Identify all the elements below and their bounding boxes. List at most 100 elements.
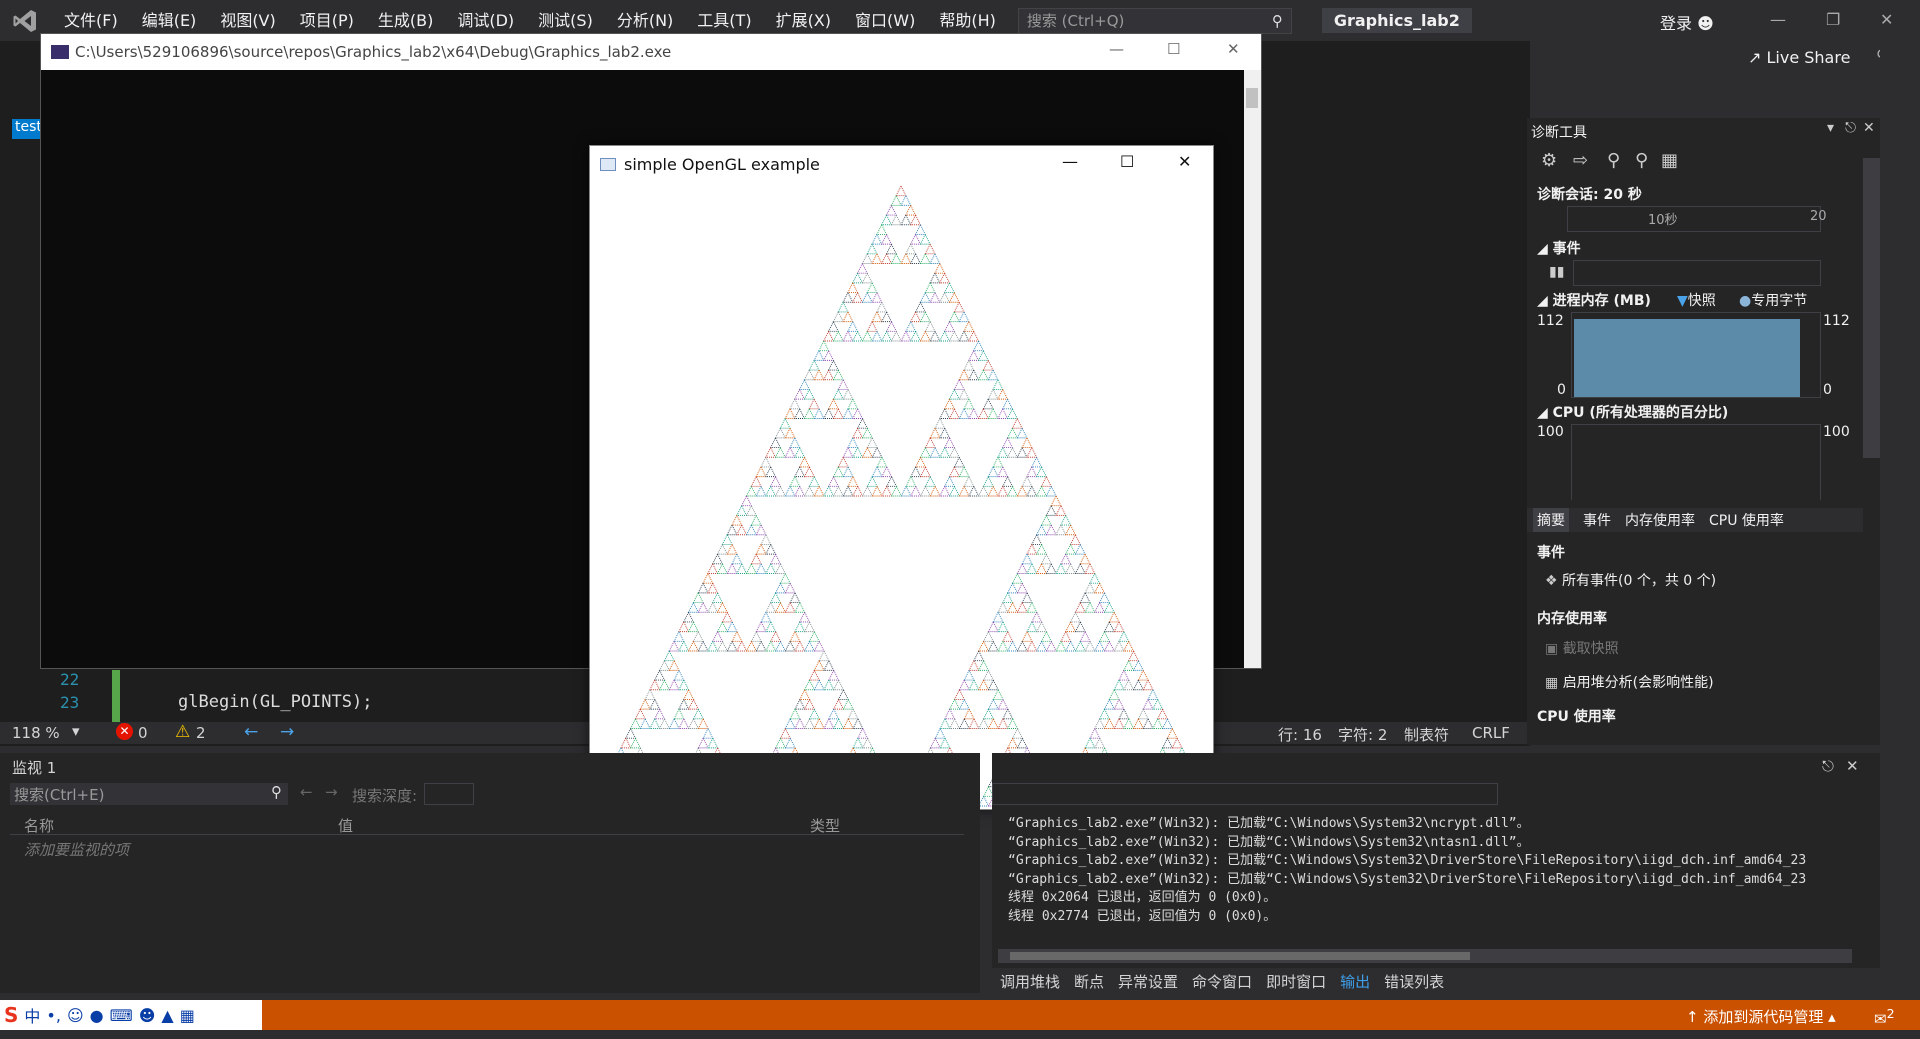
zoom-level[interactable]: 118 % (12, 724, 60, 742)
forward-arrow-icon[interactable]: → (280, 722, 294, 742)
take-snapshot-button[interactable]: ▣ 截取快照 (1545, 638, 1619, 658)
code-line[interactable]: glBegin(GL_POINTS); (178, 692, 372, 712)
warning-icon[interactable]: ⚠ (175, 722, 190, 742)
cpu-graph[interactable] (1571, 424, 1821, 500)
bottom-tab-1[interactable]: 断点 (1074, 971, 1104, 992)
minimize-icon[interactable]: — (1770, 10, 1786, 29)
error-icon[interactable]: ✕ (116, 723, 133, 740)
pause-icon[interactable]: ▮▮ (1549, 264, 1564, 280)
zoom-in-icon[interactable]: ⚲ (1607, 150, 1620, 171)
fractal-point-cluster (1060, 514, 1072, 526)
diag-scrollbar[interactable] (1863, 158, 1880, 458)
vs-ide-window: 文件(F) 编辑(E) 视图(V) 项目(P) 生成(B) 调试(D) 测试(S) 分析(N)… (0, 0, 1920, 1039)
bottom-tab-2[interactable]: 异常设置 (1118, 971, 1178, 992)
reset-zoom-icon[interactable]: ▦ (1661, 150, 1678, 171)
gl-close-icon[interactable]: ✕ (1178, 152, 1191, 171)
watch-search-icon[interactable]: ⚲ (271, 783, 282, 801)
console-scrollbar[interactable] (1244, 70, 1261, 668)
restore-icon[interactable]: ❐ (1826, 10, 1840, 29)
bottom-tab-3[interactable]: 命令窗口 (1192, 971, 1252, 992)
pin-icon[interactable]: ⎋ (1845, 120, 1856, 136)
heap-analysis-button[interactable]: ▦ 启用堆分析(会影响性能) (1545, 672, 1714, 692)
console-scroll-thumb[interactable] (1246, 88, 1258, 108)
keyboard-icon[interactable]: ⌨ (110, 1006, 133, 1025)
ime-language[interactable]: 中 (24, 1003, 40, 1027)
zoom-out-icon[interactable]: ⚲ (1635, 150, 1648, 171)
console-maximize-icon[interactable]: ☐ (1167, 40, 1180, 58)
fractal-point-cluster (678, 640, 690, 652)
opengl-window[interactable]: simple OpenGL example — ☐ ✕ (589, 145, 1214, 810)
gl-maximize-icon[interactable]: ☐ (1120, 152, 1134, 171)
fractal-point-cluster (1123, 679, 1135, 691)
emoji-icon[interactable]: ☺ (67, 1006, 84, 1025)
fractal-point-cluster (774, 640, 787, 652)
fractal-point-cluster (861, 446, 873, 458)
output-source-select[interactable] (992, 783, 1498, 805)
bottom-tab-4[interactable]: 即时窗口 (1266, 971, 1326, 992)
fractal-point-cluster (842, 465, 854, 478)
panel-close-icon[interactable]: ✕ (1863, 120, 1875, 136)
search-icon[interactable]: ⚲ (1272, 12, 1283, 30)
bottom-tab-0[interactable]: 调用堆栈 (1000, 971, 1060, 992)
timeline-ruler[interactable]: 10秒 20 (1567, 206, 1827, 232)
diag-tab-2[interactable]: 内存使用率 (1625, 510, 1695, 530)
panel-dropdown-icon[interactable]: ▾ (1827, 120, 1834, 136)
fractal-point-cluster (963, 669, 975, 681)
fractal-point-cluster (798, 456, 811, 468)
fractal-point-cluster (765, 620, 777, 633)
login-link[interactable]: 登录 ☻ (1660, 10, 1714, 34)
output-close-icon[interactable]: ✕ (1846, 757, 1859, 775)
output-hscrollbar[interactable] (998, 949, 1852, 963)
watch-back-icon[interactable]: ← (300, 783, 313, 801)
memory-graph[interactable] (1571, 312, 1821, 398)
fractal-point-cluster (1026, 562, 1038, 574)
console-close-icon[interactable]: ✕ (1227, 40, 1240, 58)
fractal-point-cluster (1142, 698, 1154, 710)
fractal-point-cluster (958, 388, 970, 400)
source-control-button[interactable]: ↑ 添加到源代码管理 ▴ (1686, 1006, 1836, 1027)
watch-forward-icon[interactable]: → (325, 783, 338, 801)
zoom-dropdown-icon[interactable]: ▾ (72, 722, 80, 740)
console-titlebar[interactable]: C:\Users\529106896\source\repos\Graphics… (41, 34, 1261, 70)
back-arrow-icon[interactable]: ← (244, 722, 258, 742)
fractal-point-cluster (658, 717, 671, 729)
fractal-point-cluster (1055, 640, 1067, 652)
add-watch-placeholder[interactable]: 添加要监视的项 (24, 839, 129, 860)
fractal-point-cluster (765, 465, 777, 478)
console-minimize-icon[interactable]: — (1109, 40, 1124, 58)
export-icon[interactable]: ⇨ (1573, 150, 1588, 171)
indent-mode[interactable]: 制表符 (1404, 724, 1449, 745)
all-events-link[interactable]: ❖ 所有事件(0 个，共 0 个) (1545, 570, 1716, 590)
live-share-button[interactable]: ↗ Live Share (1748, 48, 1850, 67)
settings-icon[interactable]: ⚙ (1541, 150, 1557, 171)
close-icon[interactable]: ✕ (1880, 10, 1893, 29)
fractal-point-cluster (963, 320, 975, 332)
diag-tab-1[interactable]: 事件 (1583, 510, 1611, 530)
fractal-point-cluster (948, 446, 960, 458)
diag-tab-0[interactable]: 摘要 (1533, 508, 1569, 532)
search-depth-select[interactable] (424, 783, 474, 805)
bottom-tab-5[interactable]: 输出 (1340, 971, 1370, 992)
line-ending[interactable]: CRLF (1472, 724, 1510, 742)
cursor-char: 字符: 2 (1338, 726, 1388, 744)
fractal-point-cluster (803, 369, 815, 381)
notifications-icon[interactable]: ✉2 (1874, 1006, 1895, 1028)
output-text[interactable]: “Graphics_lab2.exe”(Win32): 已加载“C:\Windo… (1008, 815, 1848, 965)
skin-icon[interactable]: ▲ (161, 1006, 173, 1025)
gl-minimize-icon[interactable]: — (1062, 152, 1078, 171)
visual-studio-logo-icon[interactable] (12, 8, 38, 34)
user-icon[interactable]: ☻ (139, 1006, 156, 1025)
watch-search-input[interactable]: 搜索(Ctrl+E) ⚲ (10, 783, 288, 805)
punctuation-icon[interactable]: •, (46, 1006, 61, 1025)
microphone-icon[interactable]: ● (90, 1006, 104, 1025)
search-input[interactable]: 搜索 (Ctrl+Q) ⚲ (1017, 7, 1292, 34)
sogou-logo-icon[interactable]: S (4, 1003, 18, 1027)
toolbox-icon[interactable]: ▦ (180, 1006, 195, 1025)
gl-titlebar[interactable]: simple OpenGL example — ☐ ✕ (590, 146, 1213, 182)
output-hscroll-thumb[interactable] (1010, 952, 1470, 960)
fractal-point-cluster (987, 369, 999, 381)
output-pin-icon[interactable]: ⎋ (1822, 757, 1834, 775)
diag-tab-3[interactable]: CPU 使用率 (1709, 510, 1784, 530)
ime-toolbar[interactable]: S 中 •, ☺ ● ⌨ ☻ ▲ ▦ (0, 1000, 262, 1030)
bottom-tab-6[interactable]: 错误列表 (1384, 971, 1444, 992)
